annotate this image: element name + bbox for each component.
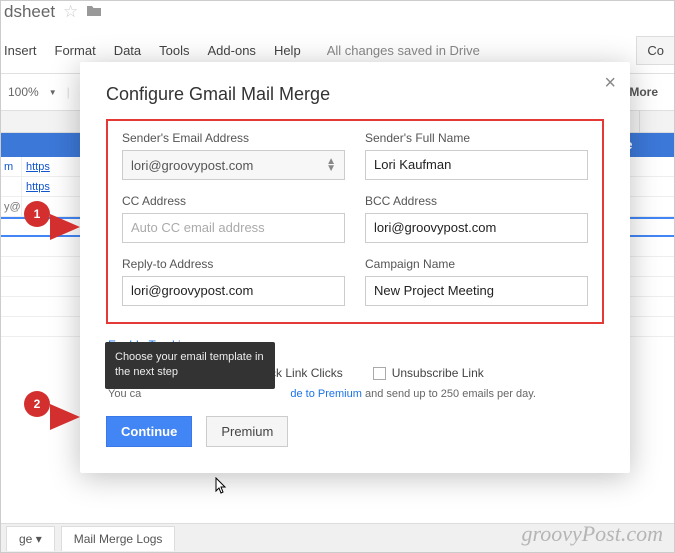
bcc-label: BCC Address bbox=[365, 194, 588, 208]
cc-input[interactable]: Auto CC email address bbox=[122, 213, 345, 243]
upgrade-link[interactable]: de to Premium bbox=[290, 388, 362, 400]
dialog-title: Configure Gmail Mail Merge bbox=[106, 84, 604, 105]
checkbox-unsub[interactable] bbox=[373, 367, 386, 380]
cell-link[interactable]: https bbox=[26, 161, 50, 173]
updown-icon: ▲▼ bbox=[326, 158, 336, 172]
tab-main[interactable]: ge ▾ bbox=[6, 526, 55, 551]
menu-tools[interactable]: Tools bbox=[159, 43, 189, 58]
title-bar: dsheet ☆ bbox=[0, 0, 675, 28]
close-icon[interactable]: × bbox=[604, 72, 616, 95]
sender-name-label: Sender's Full Name bbox=[365, 131, 588, 145]
check-unsub-label: Unsubscribe Link bbox=[392, 366, 484, 380]
upgrade-text: You ca xxxxxxxxxxxxxxxxxxxxxxxxxx de to … bbox=[108, 388, 604, 400]
sender-email-value: lori@groovypost.com bbox=[131, 158, 253, 173]
mail-merge-dialog: × Configure Gmail Mail Merge Sender's Em… bbox=[80, 62, 630, 473]
save-status: All changes saved in Drive bbox=[327, 43, 480, 58]
menu-addons[interactable]: Add-ons bbox=[208, 43, 256, 58]
folder-icon[interactable] bbox=[86, 2, 102, 22]
cell-link[interactable]: https bbox=[26, 181, 50, 193]
continue-button[interactable]: Continue bbox=[106, 416, 192, 447]
bcc-input[interactable]: lori@groovypost.com bbox=[365, 213, 588, 243]
replyto-label: Reply-to Address bbox=[122, 257, 345, 271]
tab-logs[interactable]: Mail Merge Logs bbox=[61, 526, 176, 551]
menu-format[interactable]: Format bbox=[55, 43, 96, 58]
menu-help[interactable]: Help bbox=[274, 43, 301, 58]
star-icon[interactable]: ☆ bbox=[63, 2, 78, 22]
doc-name[interactable]: dsheet bbox=[4, 2, 55, 22]
campaign-input[interactable]: New Project Meeting bbox=[365, 276, 588, 306]
continue-tooltip: Choose your email template in the next s… bbox=[105, 342, 275, 389]
campaign-label: Campaign Name bbox=[365, 257, 588, 271]
menu-data[interactable]: Data bbox=[114, 43, 141, 58]
check-links-label: ack Link Clicks bbox=[263, 366, 342, 380]
watermark: groovyPost.com bbox=[521, 521, 663, 547]
replyto-input[interactable]: lori@groovypost.com bbox=[122, 276, 345, 306]
sender-email-select[interactable]: lori@groovypost.com ▲▼ bbox=[122, 150, 345, 180]
zoom-select[interactable]: 100% bbox=[8, 85, 39, 99]
comments-button[interactable]: Co bbox=[636, 36, 675, 65]
cc-label: CC Address bbox=[122, 194, 345, 208]
form-highlight-box: Sender's Email Address lori@groovypost.c… bbox=[106, 119, 604, 324]
sender-email-label: Sender's Email Address bbox=[122, 131, 345, 145]
cursor-icon bbox=[215, 477, 229, 500]
menu-insert[interactable]: Insert bbox=[4, 43, 37, 58]
sender-name-input[interactable]: Lori Kaufman bbox=[365, 150, 588, 180]
premium-button[interactable]: Premium bbox=[206, 416, 288, 447]
